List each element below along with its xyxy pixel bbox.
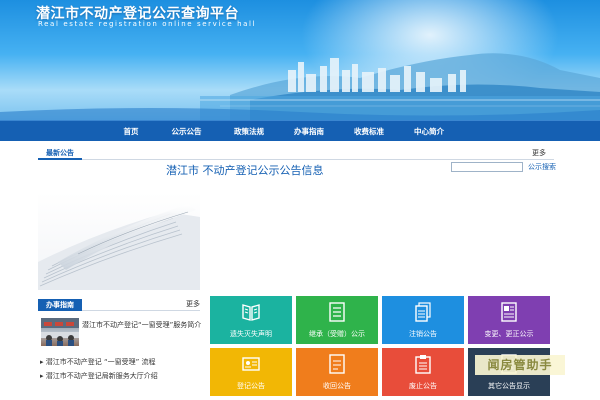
guide-header: 办事指南 更多 [38, 299, 200, 311]
nav-item-announcements[interactable]: 公示公告 [154, 121, 219, 141]
guide-more-link[interactable]: 更多 [186, 299, 200, 309]
watermark-badge: 闻房管助手 [475, 355, 565, 375]
id-card-icon [242, 357, 260, 371]
tile-label: 变更、更正公示 [484, 330, 534, 338]
header-banner: 潜江市不动产登记公示查询平台 Real estate registration … [0, 0, 600, 120]
document-stack-image [38, 192, 200, 290]
main-nav: 首页 公示公告 政策法规 办事指南 收费标准 中心简介 [0, 120, 600, 141]
clipboard-icon [415, 355, 431, 374]
open-book-icon [242, 304, 260, 321]
guide-link[interactable]: ▸ 潜江市不动产登记 “一窗受理” 流程 [40, 357, 155, 367]
tile-change-correction[interactable]: 变更、更正公示 [468, 296, 550, 344]
list-document-icon [329, 302, 345, 322]
tile-label: 收回公告 [323, 382, 351, 390]
guide-link[interactable]: ▸ 潜江市不动产登记局新服务大厅介绍 [40, 371, 158, 381]
notice-heading[interactable]: 潜江市 不动产登记公示公告信息 [166, 162, 324, 178]
tile-label: 其它公告显示 [488, 382, 530, 390]
tile-registration[interactable]: 登记公告 [210, 348, 292, 396]
tile-label: 废止公告 [409, 382, 437, 390]
stacked-documents-icon [415, 302, 431, 322]
nav-item-policies[interactable]: 政策法规 [219, 121, 279, 141]
tab-underline [38, 158, 82, 160]
tab-guide[interactable]: 办事指南 [38, 299, 82, 311]
latest-news-header: 最新公告 更多 [38, 148, 554, 160]
tab-latest-news[interactable]: 最新公告 [46, 148, 74, 158]
tile-inheritance[interactable]: 继承（受赠）公示 [296, 296, 378, 344]
site-subtitle: Real estate registration online service … [38, 20, 257, 28]
notice-search-link[interactable]: 公示搜索 [528, 162, 556, 172]
tile-cancellation[interactable]: 注销公告 [382, 296, 464, 344]
tile-lost-statement[interactable]: 遗失灭失声明 [210, 296, 292, 344]
tile-revocation[interactable]: 废止公告 [382, 348, 464, 396]
retract-document-icon [329, 354, 345, 374]
nav-item-about[interactable]: 中心简介 [399, 121, 459, 141]
nav-item-guide[interactable]: 办事指南 [279, 121, 339, 141]
guide-photo-caption[interactable]: 潜江市不动产登记“一窗受理”服务简介 [82, 320, 201, 330]
nav-item-home[interactable]: 首页 [108, 121, 154, 141]
guide-link-text[interactable]: 潜江市不动产登记局新服务大厅介绍 [46, 372, 158, 380]
tile-label: 遗失灭失声明 [230, 330, 272, 338]
tile-label: 注销公告 [409, 330, 437, 338]
notice-search-input[interactable] [451, 162, 523, 172]
newspaper-icon [501, 302, 517, 322]
guide-link-text[interactable]: 潜江市不动产登记 “一窗受理” 流程 [46, 358, 156, 366]
tile-label: 登记公告 [237, 382, 265, 390]
service-hall-photo[interactable] [41, 318, 79, 346]
news-more-link[interactable]: 更多 [532, 148, 546, 158]
nav-item-fees[interactable]: 收费标准 [339, 121, 399, 141]
tile-recovery[interactable]: 收回公告 [296, 348, 378, 396]
tile-label: 继承（受赠）公示 [309, 330, 365, 338]
